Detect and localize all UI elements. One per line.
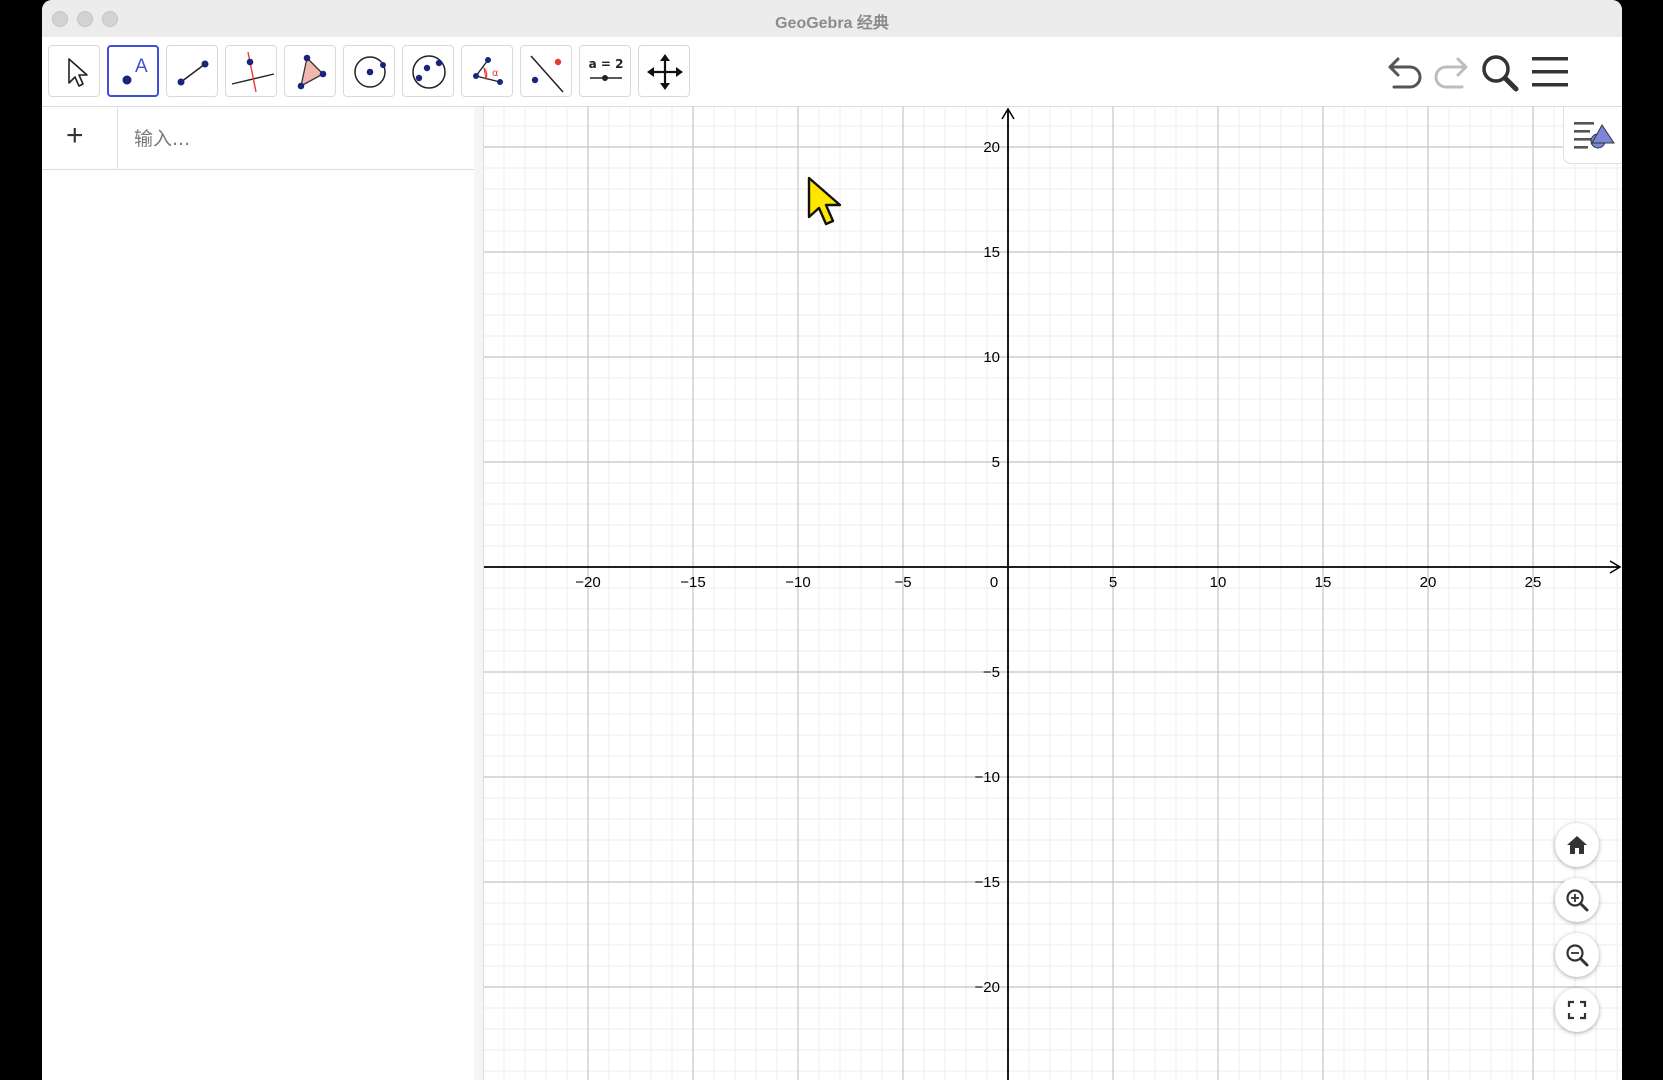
app-window: GeoGebra 经典 A α a = 2 + 输入... −20 −15 −1… — [42, 0, 1622, 1080]
add-item-button[interactable]: + — [42, 107, 118, 169]
x-axis-tick-label: −20 — [575, 574, 600, 591]
style-bar-toggle-button[interactable] — [1563, 107, 1622, 164]
angle-icon: α — [473, 57, 503, 85]
redo-icon — [1434, 57, 1468, 89]
view-resize-handle[interactable] — [474, 107, 484, 1080]
point-a-icon: A — [122, 56, 148, 85]
angle-tool-label: α — [492, 68, 499, 79]
point-tool[interactable]: A — [107, 45, 159, 97]
algebra-input[interactable] — [132, 121, 456, 157]
zoom-out-icon — [1566, 944, 1589, 967]
window-title: GeoGebra 经典 — [775, 15, 889, 32]
move-tool[interactable] — [48, 45, 100, 97]
reflect-line-icon — [530, 55, 564, 93]
x-axis-tick-label: 10 — [1210, 574, 1227, 591]
zoom-in-button[interactable] — [1555, 878, 1599, 922]
y-axis-tick-label: 10 — [983, 349, 1000, 366]
coordinate-grid: −20 −15 −10 −5 0 5 10 15 20 25 20 15 10 5 −5 −10 −15 −20 — [484, 107, 1622, 1080]
polygon-icon — [297, 54, 327, 90]
zoom-in-icon — [1566, 889, 1589, 912]
slider-tool-label: a = 2 — [589, 57, 624, 71]
circle-three-points-icon — [412, 55, 446, 89]
angle-tool[interactable]: α — [461, 45, 513, 97]
main-menu-button[interactable] — [1528, 51, 1572, 95]
arrow-pointer-icon — [68, 58, 88, 87]
slider-icon: a = 2 — [589, 57, 624, 81]
y-axis-tick-label: 15 — [983, 244, 1000, 261]
algebra-input-row: + — [42, 107, 474, 170]
polygon-tool[interactable] — [284, 45, 336, 97]
point-tool-label: A — [135, 56, 148, 77]
mouse-cursor-icon — [807, 176, 842, 226]
perpendicular-line-icon — [231, 51, 275, 93]
algebra-view: + — [42, 107, 475, 1080]
segment-tool[interactable] — [166, 45, 218, 97]
x-axis-tick-label: 15 — [1315, 574, 1332, 591]
segment-icon — [177, 60, 209, 86]
search-button[interactable] — [1478, 51, 1522, 95]
title-bar: GeoGebra 经典 — [42, 0, 1622, 38]
y-axis-tick-label: 5 — [992, 454, 1000, 471]
undo-button[interactable] — [1382, 51, 1426, 95]
x-axis-tick-label: 25 — [1525, 574, 1542, 591]
redo-button[interactable] — [1430, 51, 1474, 95]
x-axis-tick-label: 0 — [990, 574, 998, 591]
circle-three-points-tool[interactable] — [402, 45, 454, 97]
slider-tool[interactable]: a = 2 — [579, 45, 631, 97]
x-axis-tick-label: −15 — [680, 574, 705, 591]
move-graphics-view-tool[interactable] — [638, 45, 690, 97]
standard-view-button[interactable] — [1555, 823, 1599, 867]
undo-icon — [1388, 57, 1422, 89]
y-axis-tick-label: −15 — [975, 874, 1000, 891]
graphics-view[interactable]: −20 −15 −10 −5 0 5 10 15 20 25 20 15 10 5 −5 −10 −15 −20 — [484, 107, 1622, 1080]
move-arrows-icon — [647, 54, 683, 90]
search-icon — [1482, 55, 1519, 92]
y-axis-tick-label: −10 — [975, 769, 1000, 786]
home-icon — [1567, 836, 1587, 854]
toolbar: A α a = 2 — [42, 37, 1622, 107]
circle-center-point-tool[interactable] — [343, 45, 395, 97]
y-axis-tick-label: −20 — [975, 979, 1000, 996]
reflect-tool[interactable] — [520, 45, 572, 97]
y-axis-tick-label: 20 — [983, 139, 1000, 156]
x-axis-tick-label: 20 — [1420, 574, 1437, 591]
plus-icon: + — [66, 119, 84, 152]
menu-icon — [1532, 57, 1568, 87]
x-axis-tick-label: −10 — [785, 574, 810, 591]
perpendicular-line-tool[interactable] — [225, 45, 277, 97]
x-axis-tick-label: −5 — [894, 574, 911, 591]
zoom-out-button[interactable] — [1555, 933, 1599, 977]
x-axis-tick-label: 5 — [1109, 574, 1117, 591]
circle-center-icon — [354, 56, 386, 88]
y-axis-tick-label: −5 — [983, 664, 1000, 681]
style-bar-icon — [1574, 122, 1615, 149]
fullscreen-button[interactable] — [1555, 988, 1599, 1032]
fullscreen-icon — [1567, 1000, 1587, 1020]
